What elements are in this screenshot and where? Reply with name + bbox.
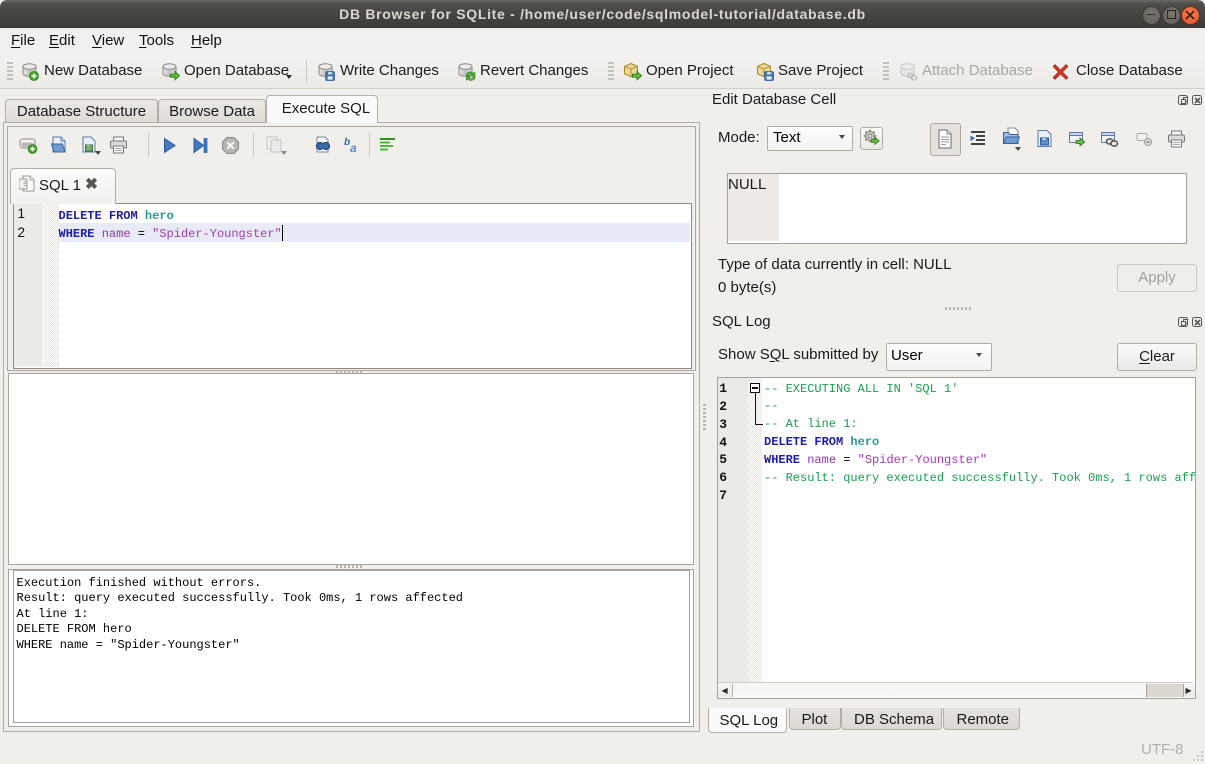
svg-text:a: a (350, 141, 357, 155)
